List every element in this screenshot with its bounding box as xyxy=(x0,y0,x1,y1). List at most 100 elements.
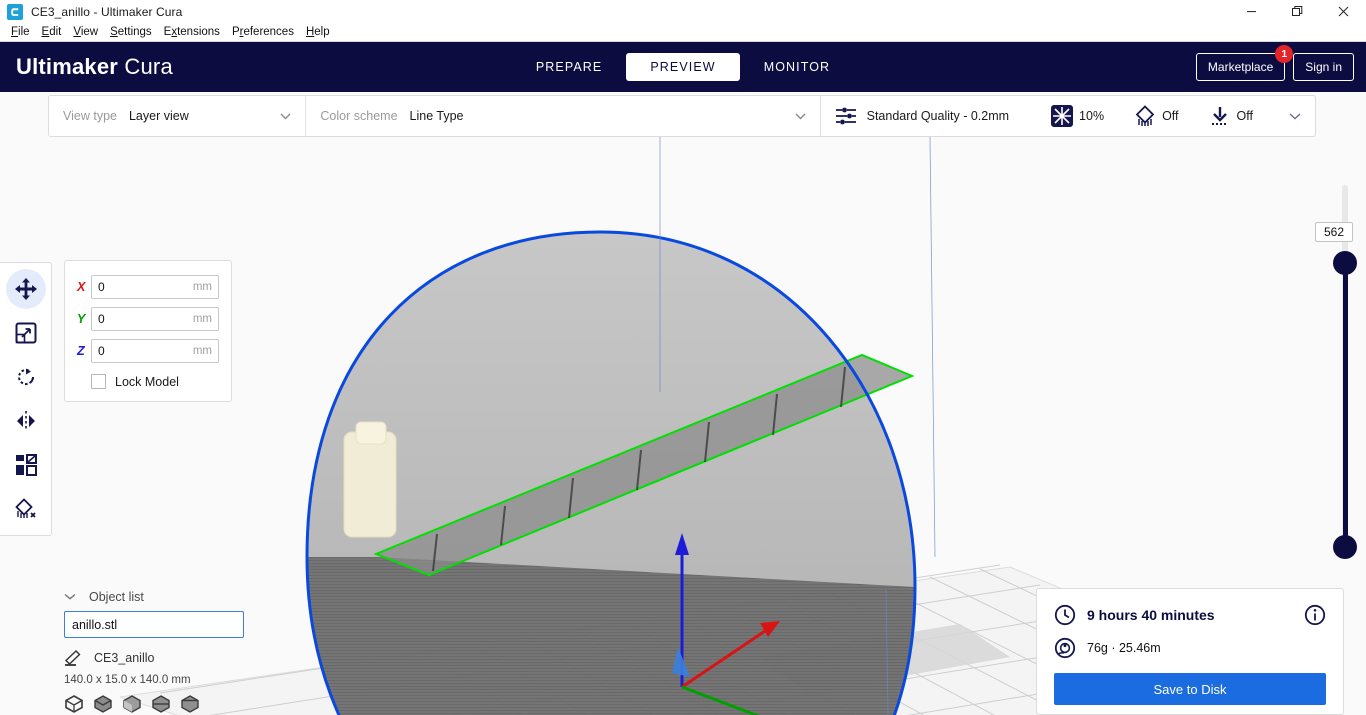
model-tools-panel xyxy=(0,262,52,536)
color-scheme-value: Line Type xyxy=(409,109,464,123)
scale-tool[interactable] xyxy=(6,313,46,353)
stage-tabs: PREPARE PREVIEW MONITOR xyxy=(0,42,1366,92)
print-info-card: 9 hours 40 minutes 76g · 25.46m Save to … xyxy=(1036,588,1344,715)
mesh-type-icons xyxy=(64,695,314,713)
layer-slider-lower-handle[interactable] xyxy=(1333,535,1357,559)
save-to-disk-button[interactable]: Save to Disk xyxy=(1054,673,1326,705)
spool-icon xyxy=(1054,637,1076,659)
per-model-settings-tool[interactable] xyxy=(6,445,46,485)
marketplace-badge: 1 xyxy=(1275,45,1294,63)
clock-icon xyxy=(1054,604,1076,626)
position-row-z: Z 0 mm xyxy=(77,339,219,363)
printer-row: CE3_anillo xyxy=(64,650,314,666)
settings-sliders-icon xyxy=(835,106,857,126)
position-unit-x: mm xyxy=(192,281,212,293)
maximize-restore-button[interactable] xyxy=(1274,0,1320,23)
adhesion-value: Off xyxy=(1236,109,1253,123)
header-actions: Marketplace 1 Sign in xyxy=(1195,42,1354,92)
move-position-panel: X 0 mm Y 0 mm Z 0 mm Lock Model xyxy=(64,260,232,402)
cura-application-window: CE3_anillo - Ultimaker Cura FFileile Edi… xyxy=(0,0,1366,715)
move-icon xyxy=(14,278,37,300)
print-time-value: 9 hours 40 minutes xyxy=(1087,607,1215,623)
material-usage-value: 76g · 25.46m xyxy=(1087,641,1161,655)
position-unit-y: mm xyxy=(192,313,212,325)
rotate-tool[interactable] xyxy=(6,357,46,397)
close-button[interactable] xyxy=(1320,0,1366,23)
object-list-selected-item[interactable]: anillo.stl xyxy=(64,611,244,638)
support-indicator[interactable]: Off xyxy=(1134,105,1179,127)
layer-slider-upper-handle[interactable] xyxy=(1333,251,1357,275)
color-scheme-dropdown[interactable]: Color scheme Line Type xyxy=(306,96,819,136)
minimize-icon xyxy=(1246,11,1256,13)
material-row: 76g · 25.46m xyxy=(1054,637,1326,659)
print-profile-value: Standard Quality - 0.2mm xyxy=(866,109,1010,123)
axis-label-x: X xyxy=(77,280,86,294)
mesh-modifier-icon[interactable] xyxy=(122,695,142,713)
view-type-value: Layer view xyxy=(128,109,189,123)
lock-model-row[interactable]: Lock Model xyxy=(77,374,219,389)
tab-prepare[interactable]: PREPARE xyxy=(512,53,627,81)
object-file-name: anillo.stl xyxy=(72,617,118,632)
per-model-settings-icon xyxy=(15,454,37,476)
position-value-x: 0 xyxy=(98,280,105,294)
menu-file[interactable]: FFileile xyxy=(5,24,36,40)
position-row-y: Y 0 mm xyxy=(77,307,219,331)
window-title-bar: CE3_anillo - Ultimaker Cura xyxy=(0,0,1366,23)
support-value: Off xyxy=(1162,109,1179,123)
tab-preview[interactable]: PREVIEW xyxy=(626,53,740,81)
cura-logo-icon xyxy=(7,3,23,20)
mesh-normal-icon[interactable] xyxy=(64,695,84,713)
layer-slider[interactable]: 562 xyxy=(1315,185,1357,559)
position-input-y[interactable]: 0 mm xyxy=(91,307,219,331)
menu-settings[interactable]: Settings xyxy=(104,24,158,40)
menu-edit[interactable]: Edit xyxy=(36,24,68,40)
position-value-z: 0 xyxy=(98,344,105,358)
print-time-row: 9 hours 40 minutes xyxy=(1054,604,1326,626)
restore-icon xyxy=(1291,6,1302,16)
infill-icon xyxy=(1051,105,1074,127)
prime-tower xyxy=(343,421,397,538)
infill-indicator[interactable]: 10% xyxy=(1051,105,1104,127)
app-header: Ultimaker Cura PREPARE PREVIEW MONITOR M… xyxy=(0,42,1366,92)
marketplace-button[interactable]: Marketplace 1 xyxy=(1195,45,1294,81)
minimize-button[interactable] xyxy=(1228,0,1274,23)
view-type-dropdown[interactable]: View type Layer view xyxy=(49,96,305,136)
sign-in-button[interactable]: Sign in xyxy=(1293,53,1354,81)
adhesion-indicator[interactable]: Off xyxy=(1209,105,1253,127)
position-input-z[interactable]: 0 mm xyxy=(91,339,219,363)
adhesion-icon xyxy=(1209,105,1231,127)
marketplace-label: Marketplace xyxy=(1207,60,1274,74)
chevron-down-icon xyxy=(266,113,291,120)
mesh-dont-support-overlap-icon[interactable] xyxy=(151,695,171,713)
position-row-x: X 0 mm xyxy=(77,275,219,299)
sliced-model xyxy=(305,137,936,715)
color-scheme-label: Color scheme xyxy=(320,109,398,123)
chevron-down-icon[interactable] xyxy=(64,593,76,601)
axis-label-y: Y xyxy=(77,312,86,326)
menu-bar: FFileile Edit View Settings Extensions P… xyxy=(0,23,1366,42)
object-list-header[interactable]: Object list xyxy=(64,590,314,604)
object-list-panel: Object list anillo.stl CE3_anillo 140.0 … xyxy=(64,590,314,713)
layer-slider-value: 562 xyxy=(1315,222,1353,242)
move-tool[interactable] xyxy=(5,269,46,309)
menu-view[interactable]: View xyxy=(67,24,104,40)
menu-extensions[interactable]: Extensions xyxy=(158,24,226,40)
pencil-icon[interactable] xyxy=(64,650,83,666)
mirror-tool[interactable] xyxy=(6,401,46,441)
rotate-icon xyxy=(15,366,37,388)
tab-monitor[interactable]: MONITOR xyxy=(740,53,855,81)
position-input-x[interactable]: 0 mm xyxy=(91,275,219,299)
chevron-down-icon xyxy=(781,113,806,120)
mesh-print-as-support-icon[interactable] xyxy=(93,695,113,713)
info-icon[interactable] xyxy=(1304,604,1326,626)
support-blocker-tool[interactable] xyxy=(6,489,46,529)
close-icon xyxy=(1338,6,1348,17)
lock-model-checkbox[interactable] xyxy=(91,374,106,389)
mesh-infill-mesh-icon[interactable] xyxy=(180,695,200,713)
print-settings-selector[interactable]: Standard Quality - 0.2mm 10% Off Off xyxy=(821,96,1315,136)
view-settings-toolbar: View type Layer view Color scheme Line T… xyxy=(48,95,1316,137)
settings-expand-chevron-down-icon[interactable] xyxy=(1263,112,1301,120)
support-blocker-icon xyxy=(14,498,37,520)
menu-preferences[interactable]: Preferences xyxy=(226,24,300,40)
menu-help[interactable]: Help xyxy=(300,24,336,40)
